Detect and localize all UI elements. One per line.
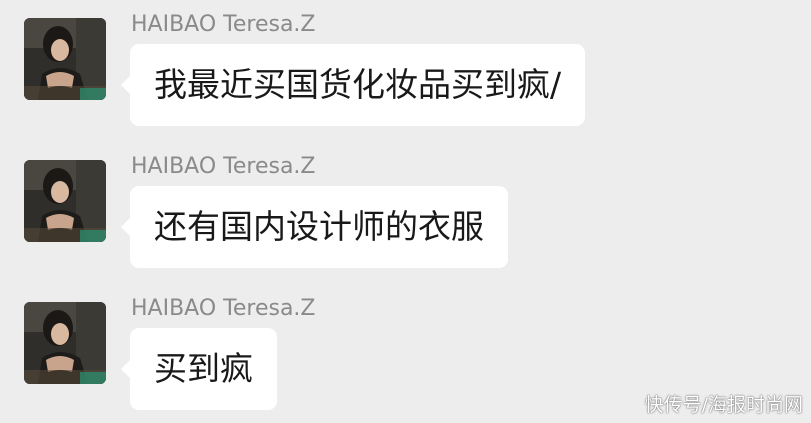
message-bubble[interactable]: 我最近买国货化妆品买到疯/ xyxy=(120,44,586,126)
sender-name: HAIBAO Teresa.Z xyxy=(131,296,316,321)
watermark: 快传号/海报时尚网 xyxy=(644,394,803,416)
sender-name: HAIBAO Teresa.Z xyxy=(131,12,316,37)
avatar-photo-icon xyxy=(24,18,106,100)
avatar[interactable] xyxy=(24,160,106,242)
message-bubble[interactable]: 还有国内设计师的衣服 xyxy=(121,186,508,268)
avatar-photo-icon xyxy=(24,302,106,384)
sender-name: HAIBAO Teresa.Z xyxy=(131,154,316,179)
avatar[interactable] xyxy=(24,18,106,100)
avatar-photo-icon xyxy=(24,160,106,242)
message-bubble[interactable]: 买到疯 xyxy=(121,328,277,410)
avatar[interactable] xyxy=(24,302,106,384)
